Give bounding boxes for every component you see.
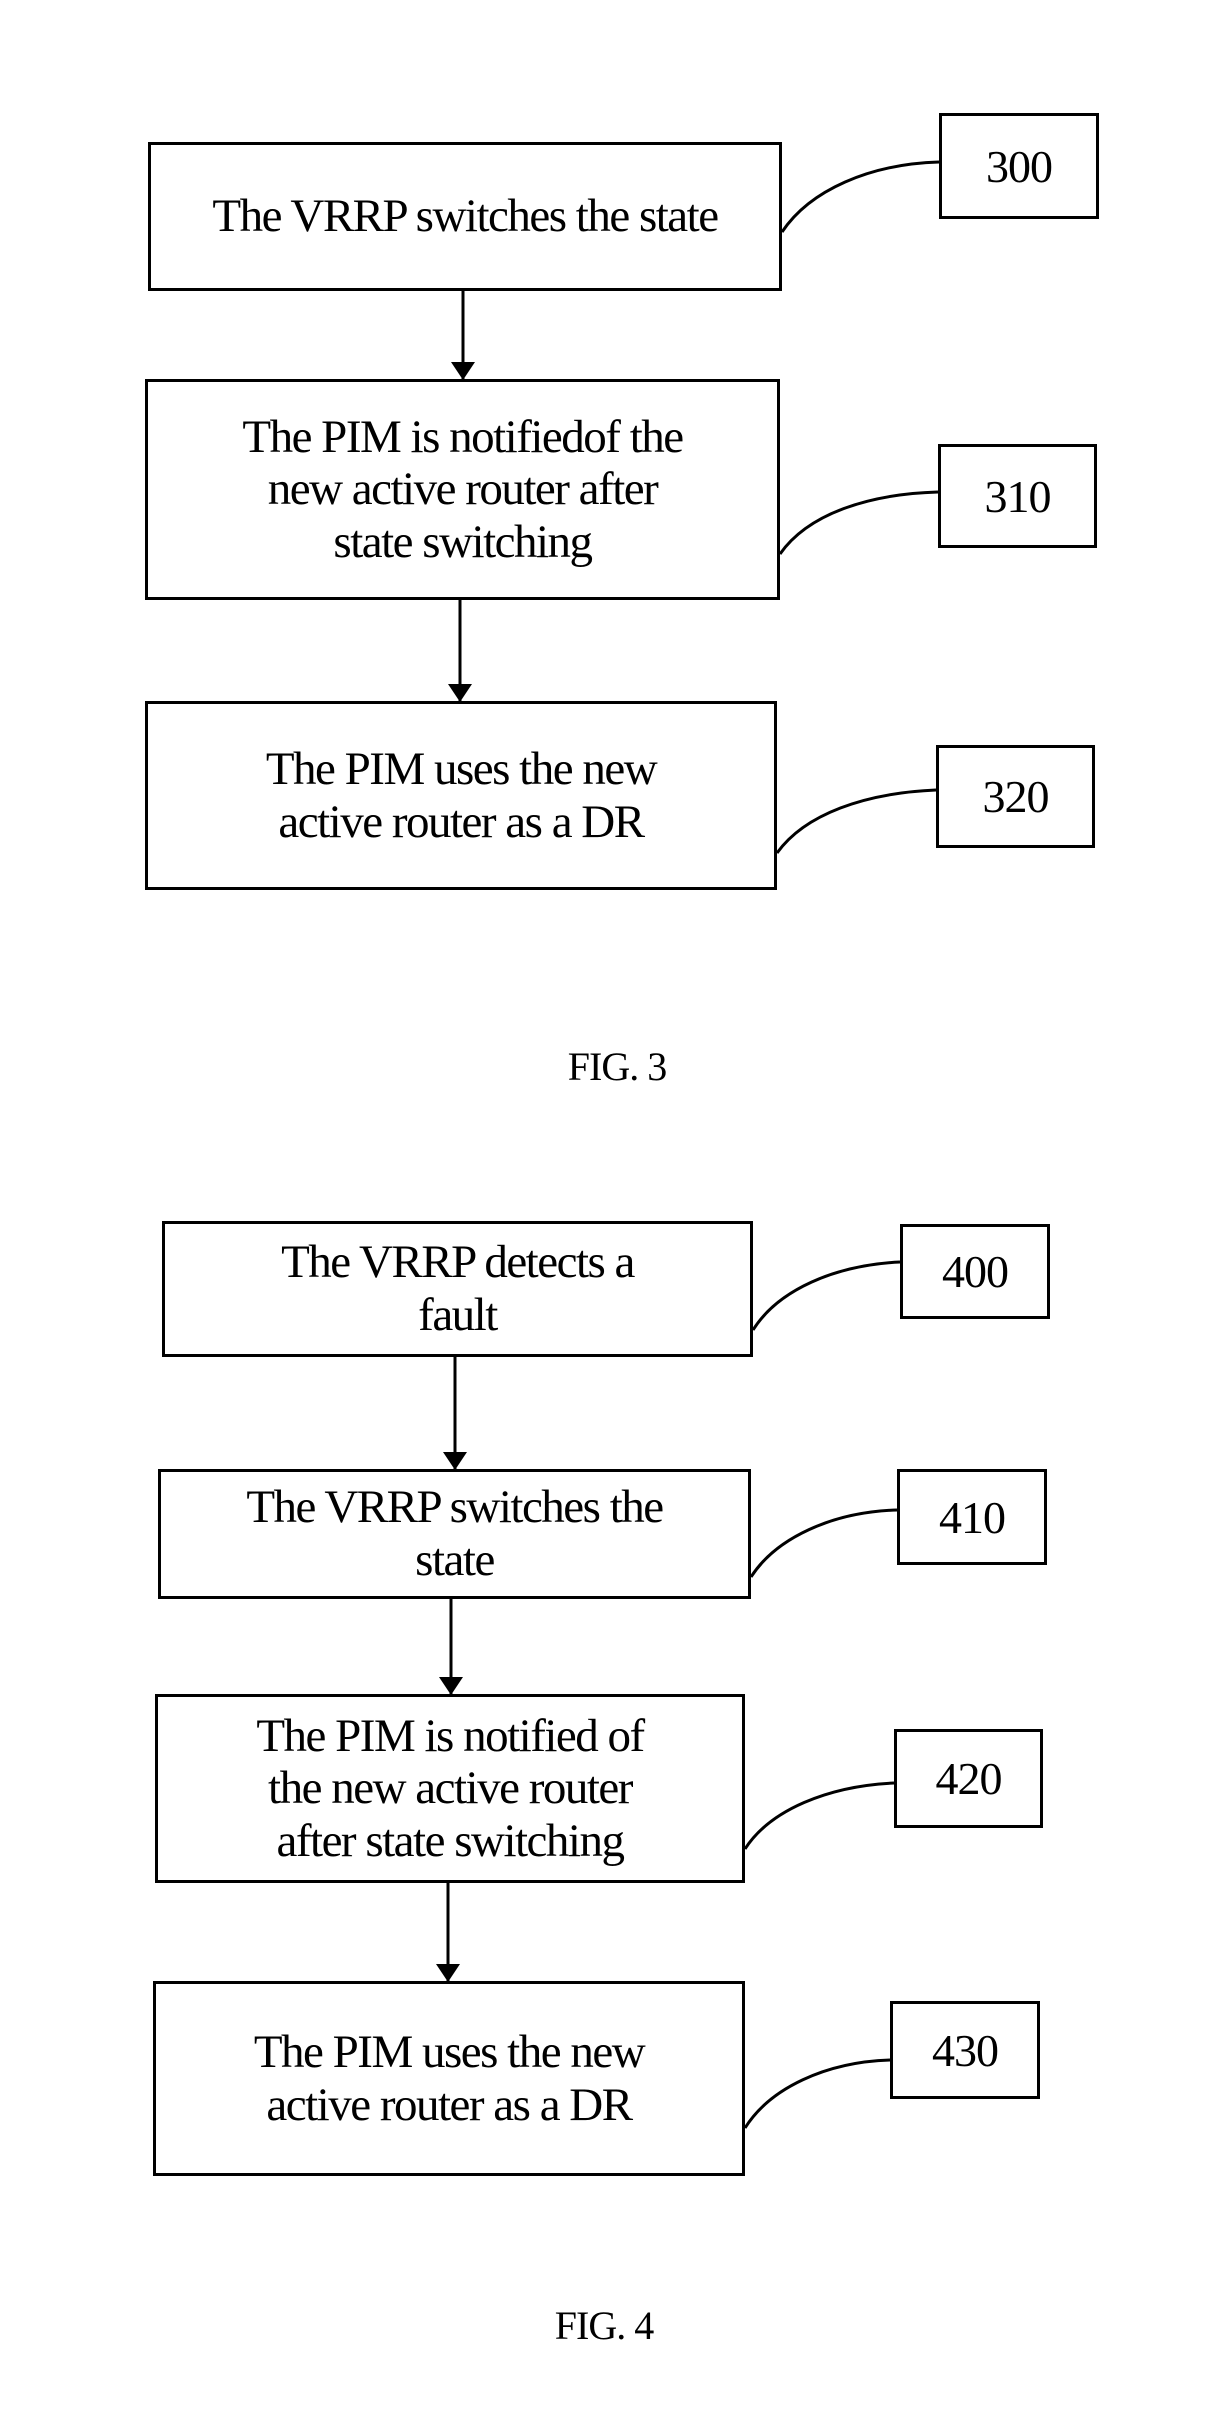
leader-300 [780, 160, 940, 233]
leader-430 [743, 2058, 891, 2129]
step-box-400: The VRRP detects a fault [162, 1221, 753, 1357]
ref-label-430: 430 [890, 2001, 1040, 2099]
leader-420 [743, 1781, 895, 1850]
step-text: The VRRP detects a fault [281, 1236, 635, 1341]
step-text: The VRRP switches the state [246, 1481, 664, 1586]
ref-label-420: 420 [894, 1729, 1043, 1828]
ref-label-300: 300 [939, 113, 1099, 219]
leader-410 [749, 1508, 898, 1578]
leader-320 [775, 788, 937, 854]
step-text: The PIM is notifiedof the new active rou… [242, 410, 684, 568]
step-box-420: The PIM is notified of the new active ro… [155, 1694, 745, 1883]
arrowhead-310-320 [448, 684, 472, 702]
step-box-310: The PIM is notifiedof the new active rou… [145, 379, 780, 600]
arrowhead-300-310 [451, 362, 475, 380]
ref-label-400: 400 [900, 1224, 1050, 1319]
step-box-430: The PIM uses the new active router as a … [153, 1981, 745, 2176]
leader-310 [778, 490, 939, 555]
ref-number: 400 [942, 1246, 1009, 1297]
arrowhead-420-430 [436, 1964, 460, 1982]
ref-number: 320 [982, 771, 1050, 822]
ref-label-320: 320 [936, 745, 1095, 848]
step-text: The PIM uses the new active router as a … [253, 2025, 646, 2131]
ref-label-310: 310 [938, 444, 1097, 548]
ref-number: 300 [986, 140, 1053, 192]
ref-number: 430 [932, 2024, 999, 2076]
leader-400 [751, 1260, 901, 1331]
figure-caption-3: FIG. 3 [567, 1044, 667, 1089]
arrowhead-410-420 [439, 1677, 463, 1695]
step-text: The PIM is notified of the new active ro… [256, 1709, 645, 1867]
ref-number: 410 [939, 1491, 1006, 1543]
step-text: The PIM uses the new active router as a … [265, 742, 658, 848]
ref-label-410: 410 [897, 1469, 1047, 1565]
step-box-410: The VRRP switches the state [158, 1469, 751, 1599]
step-box-320: The PIM uses the new active router as a … [145, 701, 777, 890]
ref-number: 310 [984, 470, 1052, 522]
ref-number: 420 [935, 1753, 1003, 1804]
figure-caption-4: FIG. 4 [554, 2303, 654, 2348]
arrowhead-400-410 [443, 1452, 467, 1470]
step-text: The VRRP switches the state [212, 190, 719, 243]
step-box-300: The VRRP switches the state [148, 142, 782, 291]
